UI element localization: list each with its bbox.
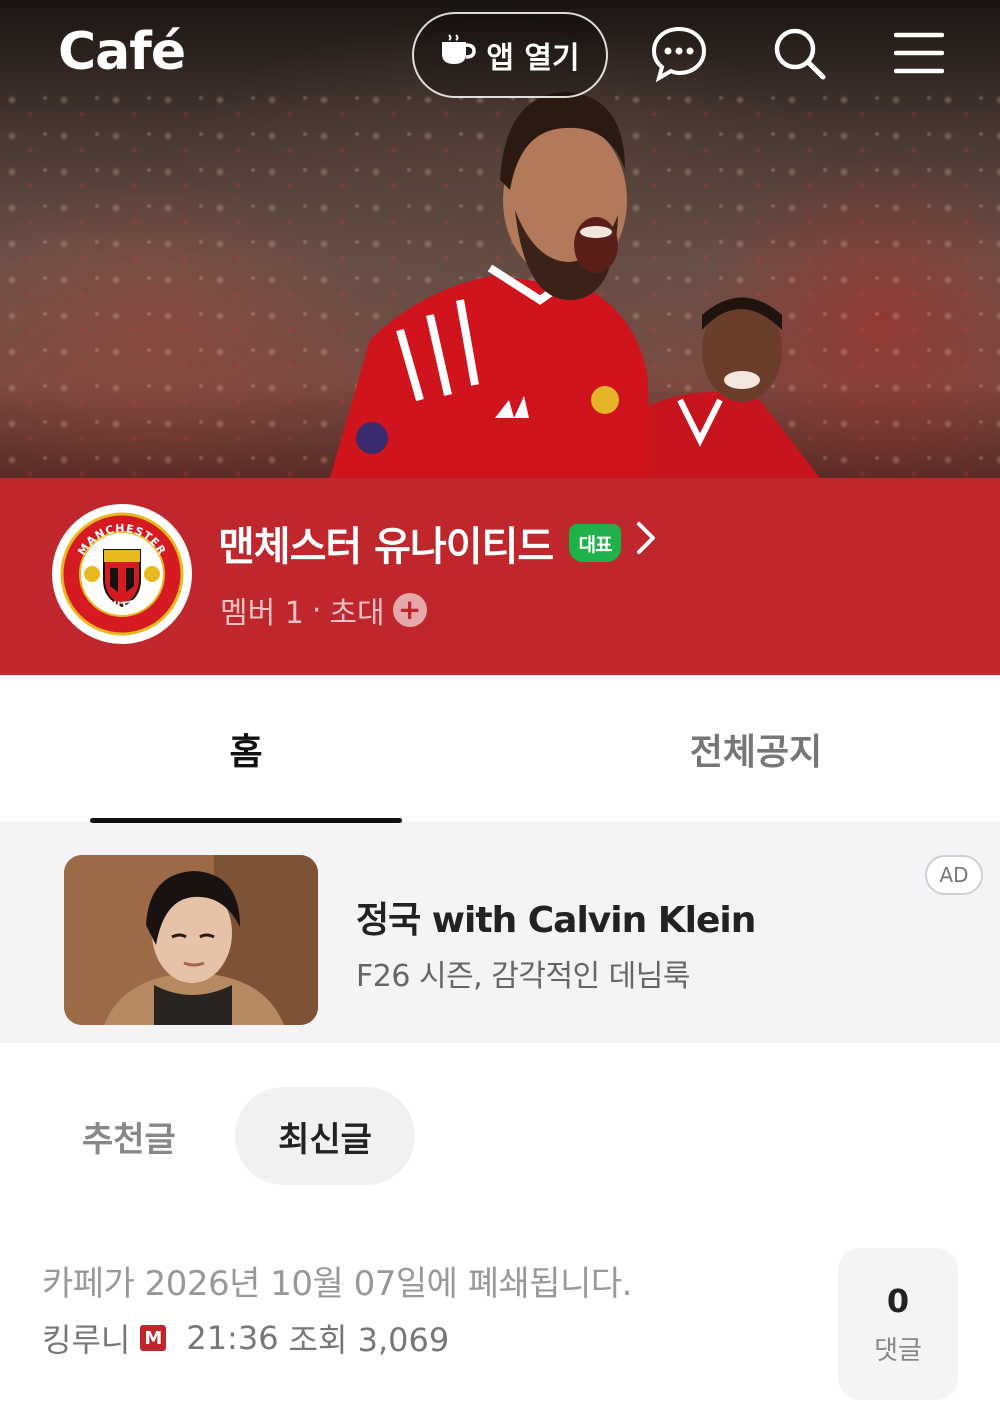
ad-thumbnail [64,855,318,1025]
ad-label-badge[interactable]: AD [925,855,983,895]
ad-title: 정국 with Calvin Klein [356,900,756,941]
post-author: 킹루니 [42,1321,131,1359]
representative-badge: 대표 [569,524,622,562]
post-title[interactable]: 카페가 2026년 10월 07일에 폐쇄됩니다. [42,1256,632,1305]
menu-button[interactable] [884,20,954,90]
post-meta: 킹루니 M 21:36 조회 3,069 [42,1315,449,1361]
cafe-tabs: 홈 전체공지 [0,675,1000,823]
tab-home[interactable]: 홈 [90,675,402,823]
cafe-title-link[interactable]: 맨체스터 유나이티드 대표 [218,514,659,572]
chat-button[interactable] [644,20,714,90]
cafe-meta: 멤버 1 · 초대 + [220,588,427,632]
plus-icon[interactable]: + [392,593,427,627]
tab-all-notices[interactable]: 전체공지 [600,675,912,823]
ad-banner[interactable]: 정국 with Calvin Klein F26 시즌, 감각적인 데님룩 AD [0,823,1000,1043]
cafe-name: 맨체스터 유나이티드 [218,524,554,570]
manager-badge-icon: M [140,1325,167,1351]
manchester-united-crest-icon: MANCHESTER UNITED [60,512,184,636]
cafe-cover-image: Café 앱 열기 [0,0,1000,478]
ad-subtitle: F26 시즌, 감각적인 데님룩 [356,959,690,994]
search-icon [771,25,827,85]
comment-count-box[interactable]: 0 댓글 [838,1248,958,1400]
meta-separator: · [311,592,322,628]
cafe-logo[interactable]: Café [58,22,186,82]
menu-icon [893,31,945,79]
post-time: 21:36 [186,1319,279,1357]
open-app-label: 앱 열기 [486,41,580,76]
member-count: 멤버 1 [220,596,304,631]
top-navigation-bar: Café 앱 열기 [0,0,1000,110]
open-app-button[interactable]: 앱 열기 [412,12,608,98]
coffee-cup-icon [440,34,477,76]
search-button[interactable] [764,20,834,90]
comment-count: 0 [886,1281,910,1320]
comment-label: 댓글 [874,1335,922,1366]
chevron-right-icon [633,518,659,568]
cafe-crest-avatar[interactable]: MANCHESTER UNITED [52,504,192,644]
invite-link[interactable]: 초대 [329,588,384,632]
filter-recommended[interactable]: 추천글 [82,1112,176,1161]
filter-latest[interactable]: 최신글 [235,1087,415,1185]
chat-bubble-icon [649,23,709,87]
post-views: 조회 3,069 [288,1321,450,1359]
cafe-info-banner: MANCHESTER UNITED 맨체스터 유나이티드 대표 멤버 1 · 초… [0,478,1000,675]
